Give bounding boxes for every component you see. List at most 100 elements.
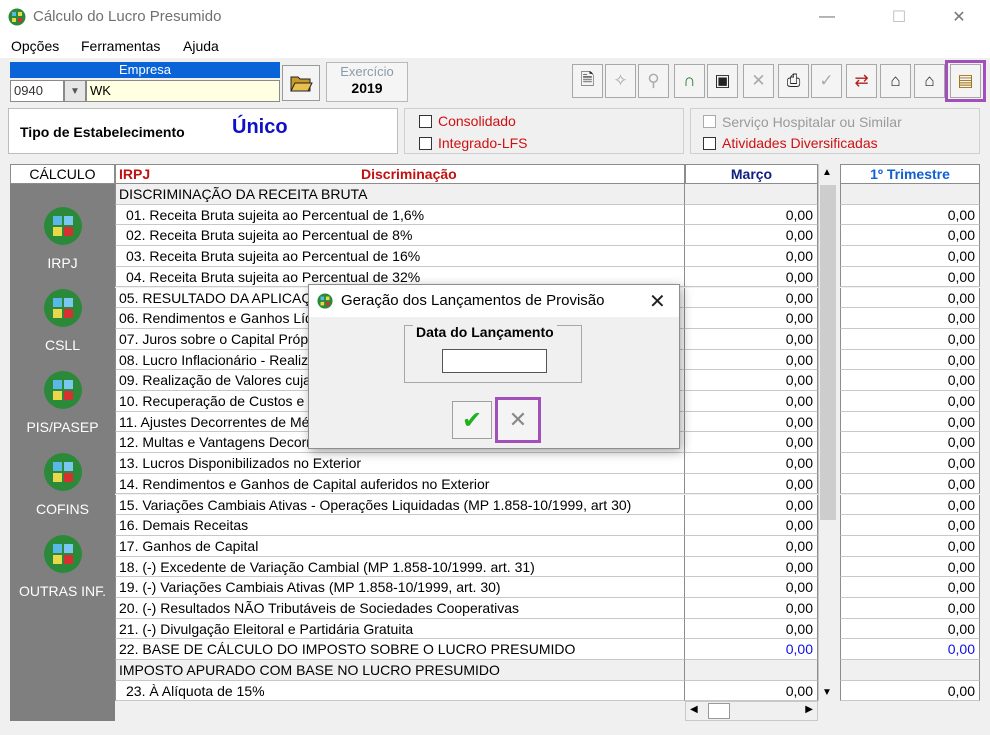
lock-button[interactable]: ∩ — [674, 64, 705, 98]
grid-cell-quarter[interactable]: 0,00 — [840, 639, 980, 661]
grid-cell-month[interactable]: 0,00 — [685, 246, 818, 267]
consolidado-checkbox[interactable] — [419, 115, 432, 128]
wizard-button[interactable]: ✧ — [605, 64, 636, 98]
dialog-title: Geração dos Lançamentos de Provisão — [341, 292, 605, 309]
hospitalar-checkbox[interactable] — [703, 115, 716, 128]
grid-cell-month[interactable]: 0,00 — [685, 328, 818, 350]
grid-cell-month[interactable] — [685, 184, 818, 205]
cancel-x-icon: ✕ — [508, 407, 528, 432]
calc-cofins-label: COFINS — [36, 501, 89, 517]
empresa-code-input[interactable]: 0940 — [10, 80, 64, 102]
calc-outras[interactable]: OUTRAS INF. — [10, 534, 115, 599]
horizontal-scrollbar[interactable]: ◀ ▶ — [685, 701, 818, 721]
grid-cell-quarter[interactable] — [840, 660, 980, 681]
menu-ajuda[interactable]: Ajuda — [183, 38, 219, 54]
grid-cell-month[interactable]: 0,00 — [685, 639, 818, 661]
scroll-up-icon[interactable]: ▲ — [822, 167, 832, 178]
grid-cell-month[interactable]: 0,00 — [685, 618, 818, 640]
calc-cofins[interactable]: COFINS — [10, 452, 115, 517]
grid-cell-month[interactable]: 0,00 — [685, 535, 818, 557]
document-button[interactable]: 🗎 — [572, 64, 603, 98]
empresa-header: Empresa — [10, 62, 280, 78]
minimize-button[interactable]: — — [804, 0, 850, 34]
grid-cell-quarter[interactable]: 0,00 — [840, 370, 980, 391]
scroll-down-icon[interactable]: ▼ — [822, 687, 832, 698]
calc-irpj[interactable]: IRPJ — [10, 206, 115, 271]
grid-cell-quarter[interactable]: 0,00 — [840, 473, 980, 495]
grid-cell-quarter[interactable]: 0,00 — [840, 432, 980, 454]
grid-cell-month[interactable]: 0,00 — [685, 515, 818, 536]
scroll-right-icon[interactable]: ▶ — [805, 704, 813, 715]
grid-cell-quarter[interactable]: 0,00 — [840, 556, 980, 578]
maximize-button[interactable]: ☐ — [876, 0, 922, 34]
export-button[interactable]: ⇄ — [846, 64, 877, 98]
import-button[interactable]: ⌂ — [880, 64, 911, 98]
grid-cell-month[interactable]: 0,00 — [685, 287, 818, 309]
grid-cell-month[interactable]: 0,00 — [685, 266, 818, 288]
grid-cell-month[interactable]: 0,00 — [685, 308, 818, 329]
delete-button[interactable]: ✕ — [743, 64, 774, 98]
open-folder-button[interactable] — [282, 65, 320, 101]
scroll-left-icon[interactable]: ◀ — [690, 704, 698, 715]
grid-cell-month[interactable]: 0,00 — [685, 349, 818, 371]
grid-cell-month[interactable]: 0,00 — [685, 391, 818, 412]
pis-globe-icon — [43, 371, 82, 409]
print-button[interactable]: ⎙ — [778, 64, 809, 98]
grid-cell-quarter[interactable] — [840, 184, 980, 205]
grid-cell-quarter[interactable]: 0,00 — [840, 328, 980, 350]
grid-cell-quarter[interactable]: 0,00 — [840, 515, 980, 536]
grid-cell-quarter[interactable]: 0,00 — [840, 225, 980, 247]
grid-cell-month[interactable]: 0,00 — [685, 453, 818, 474]
search-icon: ⚲ — [647, 71, 660, 90]
grid-cell-month[interactable]: 0,00 — [685, 494, 818, 516]
grid-cell-month[interactable]: 0,00 — [685, 225, 818, 247]
grid-cell-month[interactable]: 0,00 — [685, 577, 818, 598]
grid-cell-month[interactable]: 0,00 — [685, 556, 818, 578]
grid-cell-month[interactable]: 0,00 — [685, 680, 818, 702]
menu-ferramentas[interactable]: Ferramentas — [81, 38, 160, 54]
grid-cell-month[interactable]: 0,00 — [685, 370, 818, 391]
dialog-close-button[interactable]: ✕ — [649, 289, 666, 314]
grid-cell-month[interactable]: 0,00 — [685, 204, 818, 226]
grid-cell-quarter[interactable]: 0,00 — [840, 287, 980, 309]
grid-row-desc: 18. (-) Excedente de Variação Cambial (M… — [115, 556, 685, 578]
calc-csll[interactable]: CSLL — [10, 288, 115, 353]
grid-cell-month[interactable]: 0,00 — [685, 432, 818, 454]
grid-cell-quarter[interactable]: 0,00 — [840, 577, 980, 598]
search-button[interactable]: ⚲ — [638, 64, 669, 98]
close-button[interactable]: ✕ — [936, 0, 982, 34]
grid-cell-quarter[interactable]: 0,00 — [840, 411, 980, 433]
grid-cell-quarter[interactable]: 0,00 — [840, 680, 980, 702]
grid-cell-quarter[interactable]: 0,00 — [840, 391, 980, 412]
save-button[interactable]: ▣ — [707, 64, 738, 98]
cancel-button[interactable]: ✕ — [495, 397, 541, 443]
integrado-checkbox[interactable] — [419, 137, 432, 150]
empresa-lookup-button[interactable]: ▼ — [64, 80, 86, 102]
grid-row-desc: IMPOSTO APURADO COM BASE NO LUCRO PRESUM… — [115, 660, 685, 681]
grid-cell-quarter[interactable]: 0,00 — [840, 246, 980, 267]
approve-button[interactable]: ✓ — [811, 64, 842, 98]
grid-cell-quarter[interactable]: 0,00 — [840, 349, 980, 371]
grid-cell-month[interactable] — [685, 660, 818, 681]
grid-cell-quarter[interactable]: 0,00 — [840, 453, 980, 474]
horizontal-scroll-thumb[interactable] — [708, 703, 730, 719]
vertical-scroll-thumb[interactable] — [820, 185, 836, 520]
grid-cell-quarter[interactable]: 0,00 — [840, 535, 980, 557]
grid-cell-month[interactable]: 0,00 — [685, 473, 818, 495]
calc-pis[interactable]: PIS/PASEP — [10, 370, 115, 435]
grid-cell-quarter[interactable]: 0,00 — [840, 494, 980, 516]
transfer-button[interactable]: ⌂ — [914, 64, 945, 98]
confirm-button[interactable]: ✔ — [452, 401, 492, 439]
menu-bar: Opções Ferramentas Ajuda — [0, 34, 990, 58]
diversificadas-checkbox[interactable] — [703, 137, 716, 150]
data-lancamento-input[interactable] — [442, 349, 547, 373]
grid-cell-month[interactable]: 0,00 — [685, 411, 818, 433]
grid-cell-quarter[interactable]: 0,00 — [840, 204, 980, 226]
grid-cell-quarter[interactable]: 0,00 — [840, 598, 980, 619]
print-icon: ⎙ — [786, 71, 801, 90]
grid-cell-quarter[interactable]: 0,00 — [840, 308, 980, 329]
grid-cell-quarter[interactable]: 0,00 — [840, 266, 980, 288]
grid-cell-month[interactable]: 0,00 — [685, 598, 818, 619]
menu-opcoes[interactable]: Opções — [11, 38, 59, 54]
grid-cell-quarter[interactable]: 0,00 — [840, 618, 980, 640]
